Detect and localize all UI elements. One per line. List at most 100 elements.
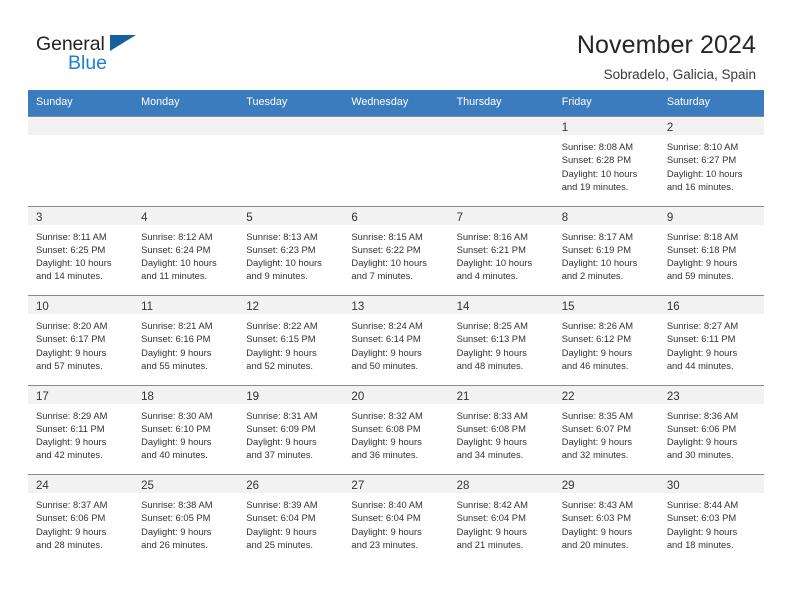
sunrise-text: Sunrise: 8:10 AM [666,141,739,152]
calendar-day-cell[interactable]: 1 Sunrise: 8:08 AM Sunset: 6:28 PM Daylight… [553,116,659,206]
day-number-band: 18 [133,385,239,404]
daylight-text-line1: Daylight: 9 hours [456,346,527,358]
sunrise-text: Sunrise: 8:20 AM [36,320,108,331]
sunrise-text: Sunrise: 8:39 AM [246,499,318,510]
brand-name-blue: Blue [68,52,108,74]
calendar-day-cell[interactable]: 15 Sunrise: 8:26 AM Sunset: 6:12 PM Dayligh… [553,295,659,385]
calendar-day-cell[interactable]: 9 Sunrise: 8:18 AM Sunset: 6:18 PM Daylight… [658,205,764,295]
sunset-text: Sunset: 6:18 PM [666,243,737,255]
day-details: Sunrise: 8:20 AM Sunset: 6:17 PM Daylight:… [28,314,133,372]
day-number-band: 29 [553,475,659,493]
calendar-day-cell[interactable]: 22 Sunrise: 8:35 AM Sunset: 6:07 PM Dayligh… [553,384,659,474]
daylight-text-line2: and 55 minutes. [141,359,208,371]
daylight-text-line2: and 34 minutes. [456,449,524,461]
day-details: Sunrise: 8:38 AM Sunset: 6:05 PM Daylight:… [133,493,238,551]
day-number: 6 [351,211,358,224]
day-number-band: 21 [448,385,554,404]
calendar-day-cell[interactable]: 3 Sunrise: 8:11 AM Sunset: 6:25 PM Daylight… [28,205,134,295]
calendar-day-cell[interactable]: 29 Sunrise: 8:43 AM Sunset: 6:03 PM Dayligh… [553,474,659,564]
day-number: 10 [36,301,49,313]
day-number-band: 22 [553,385,659,404]
sunrise-text: Sunrise: 8:15 AM [351,230,423,242]
calendar-day-cell[interactable]: 18 Sunrise: 8:30 AM Sunset: 6:10 PM Dayligh… [133,384,239,474]
calendar-day-cell[interactable]: 13 Sunrise: 8:24 AM Sunset: 6:14 PM Dayligh… [343,295,449,385]
day-number: 11 [141,301,154,313]
daylight-text-line1: Daylight: 10 hours [456,257,533,269]
sunset-text: Sunset: 6:15 PM [246,333,316,345]
sunset-text: Sunset: 6:04 PM [456,512,526,524]
sunrise-text: Sunrise: 8:18 AM [666,230,739,242]
calendar-day-cell[interactable]: 30 Sunrise: 8:44 AM Sunset: 6:03 PM Dayligh… [658,474,764,564]
calendar-day-cell[interactable]: 17 Sunrise: 8:29 AM Sunset: 6:11 PM Dayligh… [28,384,134,474]
calendar-week-row: 24 Sunrise: 8:37 AM Sunset: 6:06 PM Dayligh… [28,474,764,564]
calendar-weeks: 1 Sunrise: 8:08 AM Sunset: 6:28 PM Daylight… [28,116,764,564]
day-details: Sunrise: 8:43 AM Sunset: 6:03 PM Daylight:… [554,493,659,551]
calendar-day-cell[interactable]: 7 Sunrise: 8:16 AM Sunset: 6:21 PM Daylight… [448,205,554,295]
brand-logo[interactable]: General Blue [36,30,146,76]
day-details [133,135,238,140]
calendar-day-cell[interactable]: 14 Sunrise: 8:25 AM Sunset: 6:13 PM Dayligh… [448,295,554,385]
calendar-day-cell[interactable]: 6 Sunrise: 8:15 AM Sunset: 6:22 PM Daylight… [343,205,449,295]
calendar-day-cell[interactable]: 5 Sunrise: 8:13 AM Sunset: 6:23 PM Daylight… [238,205,344,295]
calendar-day-cell[interactable]: 16 Sunrise: 8:27 AM Sunset: 6:11 PM Dayligh… [658,295,764,385]
calendar-day-cell[interactable]: 24 Sunrise: 8:37 AM Sunset: 6:06 PM Dayligh… [28,474,134,564]
daylight-text-line1: Daylight: 9 hours [561,346,633,358]
day-number-band: 9 [658,206,764,225]
sunrise-text: Sunrise: 8:24 AM [351,320,423,331]
calendar-day-cell[interactable]: 26 Sunrise: 8:39 AM Sunset: 6:04 PM Dayligh… [238,474,344,564]
day-number-band: 1 [553,117,659,135]
day-number: 5 [246,211,253,224]
daylight-text-line2: and 23 minutes. [351,538,419,550]
daylight-text-line2: and 36 minutes. [351,449,419,461]
calendar-day-cell[interactable]: 23 Sunrise: 8:36 AM Sunset: 6:06 PM Dayligh… [658,384,764,474]
page-subtitle: Sobradelo, Galicia, Spain [603,67,756,82]
daylight-text-line1: Daylight: 9 hours [456,525,527,537]
calendar-day-cell[interactable]: 28 Sunrise: 8:42 AM Sunset: 6:04 PM Dayligh… [448,474,554,564]
day-details: Sunrise: 8:37 AM Sunset: 6:06 PM Daylight:… [28,493,133,551]
sunset-text: Sunset: 6:08 PM [351,422,421,434]
calendar-day-cell[interactable]: 27 Sunrise: 8:40 AM Sunset: 6:04 PM Dayligh… [343,474,449,564]
calendar-day-cell[interactable]: 21 Sunrise: 8:33 AM Sunset: 6:08 PM Dayligh… [448,384,554,474]
daylight-text-line2: and 19 minutes. [561,180,629,192]
sunset-text: Sunset: 6:04 PM [351,512,421,524]
day-details: Sunrise: 8:12 AM Sunset: 6:24 PM Daylight:… [133,225,238,283]
day-number: 21 [456,390,470,403]
day-details: Sunrise: 8:16 AM Sunset: 6:21 PM Daylight:… [449,225,554,283]
day-details: Sunrise: 8:17 AM Sunset: 6:19 PM Daylight:… [554,225,659,283]
sunrise-text: Sunrise: 8:08 AM [561,141,634,152]
day-number: 24 [36,480,49,492]
calendar-day-cell[interactable]: 10 Sunrise: 8:20 AM Sunset: 6:17 PM Dayligh… [28,295,134,385]
triangle-icon [110,35,136,51]
sunset-text: Sunset: 6:07 PM [561,422,632,434]
calendar-day-cell[interactable]: 2 Sunrise: 8:10 AM Sunset: 6:27 PM Daylight… [658,116,764,206]
daylight-text-line2: and 57 minutes. [36,359,103,371]
day-number: 16 [666,301,680,313]
daylight-text-line2: and 46 minutes. [561,359,629,371]
day-number: 8 [561,211,569,224]
calendar-week-row: 1 Sunrise: 8:08 AM Sunset: 6:28 PM Daylight… [28,116,764,206]
daylight-text-line2: and 14 minutes. [36,270,103,282]
calendar-day-cell[interactable]: 25 Sunrise: 8:38 AM Sunset: 6:05 PM Dayligh… [133,474,239,564]
daylight-text-line1: Daylight: 9 hours [246,346,317,358]
day-number: 28 [456,480,470,492]
sunrise-text: Sunrise: 8:30 AM [141,409,213,421]
day-details: Sunrise: 8:35 AM Sunset: 6:07 PM Daylight:… [554,404,659,462]
day-number-band: 26 [238,475,344,493]
day-number-band: 24 [28,475,134,493]
calendar-day-cell[interactable]: 11 Sunrise: 8:21 AM Sunset: 6:16 PM Dayligh… [133,295,239,385]
day-details: Sunrise: 8:31 AM Sunset: 6:09 PM Daylight:… [238,404,343,462]
calendar-day-cell[interactable]: 4 Sunrise: 8:12 AM Sunset: 6:24 PM Daylight… [133,205,239,295]
calendar-day-cell-empty [448,116,554,206]
daylight-text-line1: Daylight: 9 hours [666,436,738,448]
sunrise-text: Sunrise: 8:12 AM [141,230,213,242]
calendar-day-cell[interactable]: 8 Sunrise: 8:17 AM Sunset: 6:19 PM Daylight… [553,205,659,295]
day-number-band: 8 [553,206,659,225]
calendar-day-cell[interactable]: 12 Sunrise: 8:22 AM Sunset: 6:15 PM Dayligh… [238,295,344,385]
day-details: Sunrise: 8:08 AM Sunset: 6:28 PM Daylight:… [554,135,659,193]
calendar-day-cell[interactable]: 20 Sunrise: 8:32 AM Sunset: 6:08 PM Dayligh… [343,384,449,474]
calendar-day-cell[interactable]: 19 Sunrise: 8:31 AM Sunset: 6:09 PM Dayligh… [238,384,344,474]
sunset-text: Sunset: 6:21 PM [456,243,526,255]
sunset-text: Sunset: 6:06 PM [666,422,737,434]
day-details: Sunrise: 8:11 AM Sunset: 6:25 PM Daylight:… [28,225,133,283]
sunrise-text: Sunrise: 8:40 AM [351,499,423,510]
